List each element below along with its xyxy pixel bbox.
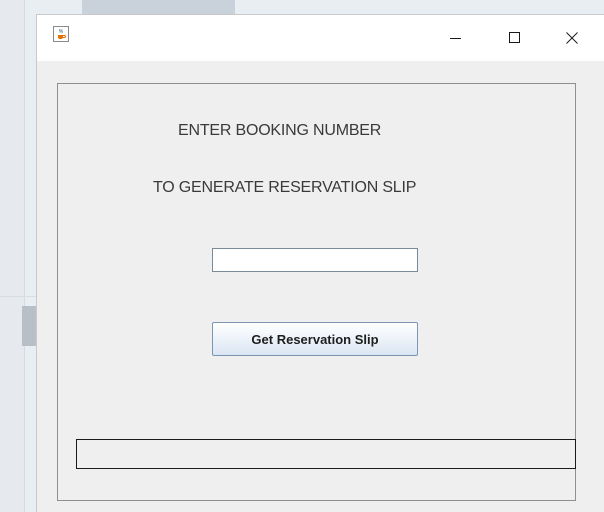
title-bar[interactable]	[37, 15, 604, 61]
heading-line-1: ENTER BOOKING NUMBER	[178, 122, 382, 139]
background-divider	[0, 296, 40, 297]
desktop-divider	[24, 0, 25, 512]
close-button[interactable]	[549, 23, 595, 53]
minimize-button[interactable]	[433, 23, 479, 53]
maximize-icon	[509, 32, 520, 43]
java-cup-icon[interactable]	[53, 26, 69, 42]
reservation-window: ENTER BOOKING NUMBER TO GENERATE RESERVA…	[36, 14, 604, 512]
content-panel: ENTER BOOKING NUMBER TO GENERATE RESERVA…	[57, 83, 576, 501]
background-window-strip	[82, 0, 235, 14]
desktop-left-area	[0, 0, 24, 512]
maximize-button[interactable]	[492, 23, 538, 53]
close-icon	[566, 32, 578, 44]
status-field	[76, 439, 576, 469]
minimize-icon	[450, 38, 461, 39]
get-reservation-slip-button[interactable]: Get Reservation Slip	[212, 322, 418, 356]
booking-number-input[interactable]	[212, 248, 418, 272]
heading-line-2: TO GENERATE RESERVATION SLIP	[153, 179, 417, 196]
